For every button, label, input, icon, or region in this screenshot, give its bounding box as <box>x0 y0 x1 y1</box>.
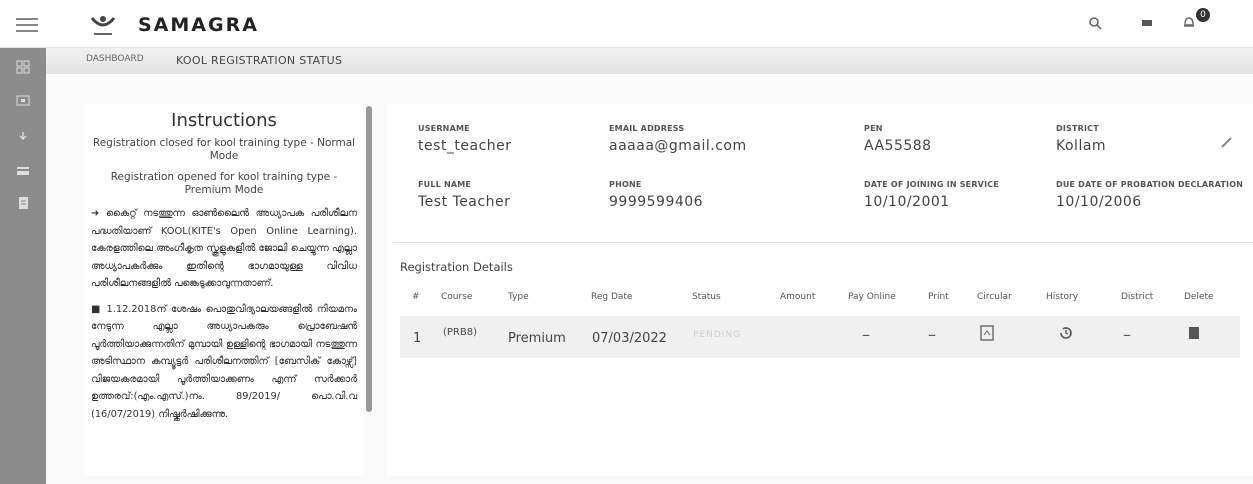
row-number: 1 <box>413 331 422 346</box>
message-icon[interactable] <box>1136 14 1158 36</box>
column-header: Type <box>508 292 529 302</box>
instructions-paragraph: ■ 1.12.2018ന് ശേഷം പൊതുവിദ്യാലയങ്ങളിൽ നി… <box>91 303 357 420</box>
column-header: Delete <box>1184 292 1214 302</box>
edit-icon[interactable] <box>1219 134 1241 156</box>
instructions-panel: Instructions Registration closed for koo… <box>85 104 363 476</box>
notification-badge: 0 <box>1196 8 1210 22</box>
hamburger-icon[interactable] <box>16 18 38 32</box>
district-cell: – <box>1123 325 1131 344</box>
column-header: Pay Online <box>848 292 896 302</box>
instructions-premium-mode: Registration opened for kool training ty… <box>110 171 338 196</box>
profile-card <box>386 104 1253 476</box>
download-icon[interactable] <box>13 130 33 150</box>
email-label: EMAIL ADDRESS <box>609 124 685 133</box>
sidebar <box>0 48 46 484</box>
fullname-label: FULL NAME <box>418 180 472 189</box>
district-label: DISTRICT <box>1056 124 1099 133</box>
column-header: Reg Date <box>591 292 633 302</box>
pay-online-cell: – <box>862 325 870 344</box>
print-cell: – <box>928 325 936 344</box>
column-header: History <box>1046 292 1079 302</box>
card-icon[interactable] <box>13 164 33 184</box>
app-name: SAMAGRA <box>138 14 259 36</box>
column-header: Amount <box>780 292 816 302</box>
breadcrumb: DASHBOARD KOOL REGISTRATION STATUS <box>46 48 1253 74</box>
row-course: (PRB8) <box>443 327 478 338</box>
trash-icon[interactable] <box>1188 325 1200 344</box>
instructions-title: Instructions <box>171 110 277 131</box>
samagra-logo-icon <box>90 16 116 35</box>
registration-details-title: Registration Details <box>400 260 513 274</box>
instructions-scrollbar[interactable] <box>366 106 372 412</box>
district-value: Kollam <box>1056 138 1107 154</box>
row-reg-date: 07/03/2022 <box>592 331 667 346</box>
probation-label: DUE DATE OF PROBATION DECLARATION <box>1056 180 1244 189</box>
doj-label: DATE OF JOINING IN SERVICE <box>864 180 999 189</box>
divider <box>393 242 1253 243</box>
status-badge: PENDING <box>693 330 742 340</box>
breadcrumb-current: KOOL REGISTRATION STATUS <box>176 54 343 67</box>
doj-value: 10/10/2001 <box>864 194 950 210</box>
search-icon[interactable] <box>1084 14 1106 36</box>
phone-field: PHONE 9999599406 <box>609 180 703 210</box>
column-header: # <box>412 292 420 302</box>
username-field: USERNAME test_teacher <box>418 124 512 154</box>
instructions-normal-mode: Registration closed for kool training ty… <box>92 137 356 162</box>
instructions-paragraph: ➜ കൈറ്റ് നടത്തുന്ന ഓൺലൈൻ അധ്യാപക പരിശീലന… <box>91 208 357 289</box>
fullname-field: FULL NAME Test Teacher <box>418 180 510 210</box>
phone-value: 9999599406 <box>609 194 704 210</box>
column-header: District <box>1121 292 1154 302</box>
pen-value: AA55588 <box>864 138 932 154</box>
fullname-value: Test Teacher <box>418 194 511 210</box>
grid-icon[interactable] <box>13 60 33 80</box>
username-value: test_teacher <box>418 138 512 154</box>
doj-field: DATE OF JOINING IN SERVICE 10/10/2001 <box>864 180 999 210</box>
email-value: aaaaa@gmail.com <box>609 138 747 154</box>
column-header: Course <box>441 292 473 302</box>
pen-field: PEN AA55588 <box>864 124 932 154</box>
breadcrumb-dashboard[interactable]: DASHBOARD <box>86 54 144 64</box>
email-field: EMAIL ADDRESS aaaaa@gmail.com <box>609 124 747 154</box>
username-label: USERNAME <box>418 124 470 133</box>
row-type: Premium <box>508 331 566 346</box>
pdf-icon[interactable] <box>979 325 995 345</box>
column-header: Print <box>928 292 949 302</box>
top-bar: SAMAGRA 0 <box>0 0 1253 48</box>
district-field: DISTRICT Kollam <box>1056 124 1106 154</box>
column-header: Circular <box>977 292 1012 302</box>
monitor-icon[interactable] <box>13 94 33 114</box>
pen-label: PEN <box>864 124 883 133</box>
history-icon[interactable] <box>1058 325 1074 345</box>
bell-icon[interactable]: 0 <box>1178 8 1210 36</box>
probation-field: DUE DATE OF PROBATION DECLARATION 10/10/… <box>1056 180 1243 210</box>
probation-value: 10/10/2006 <box>1056 194 1142 210</box>
phone-label: PHONE <box>609 180 642 189</box>
column-header: Status <box>692 292 721 302</box>
document-icon[interactable] <box>13 196 33 216</box>
